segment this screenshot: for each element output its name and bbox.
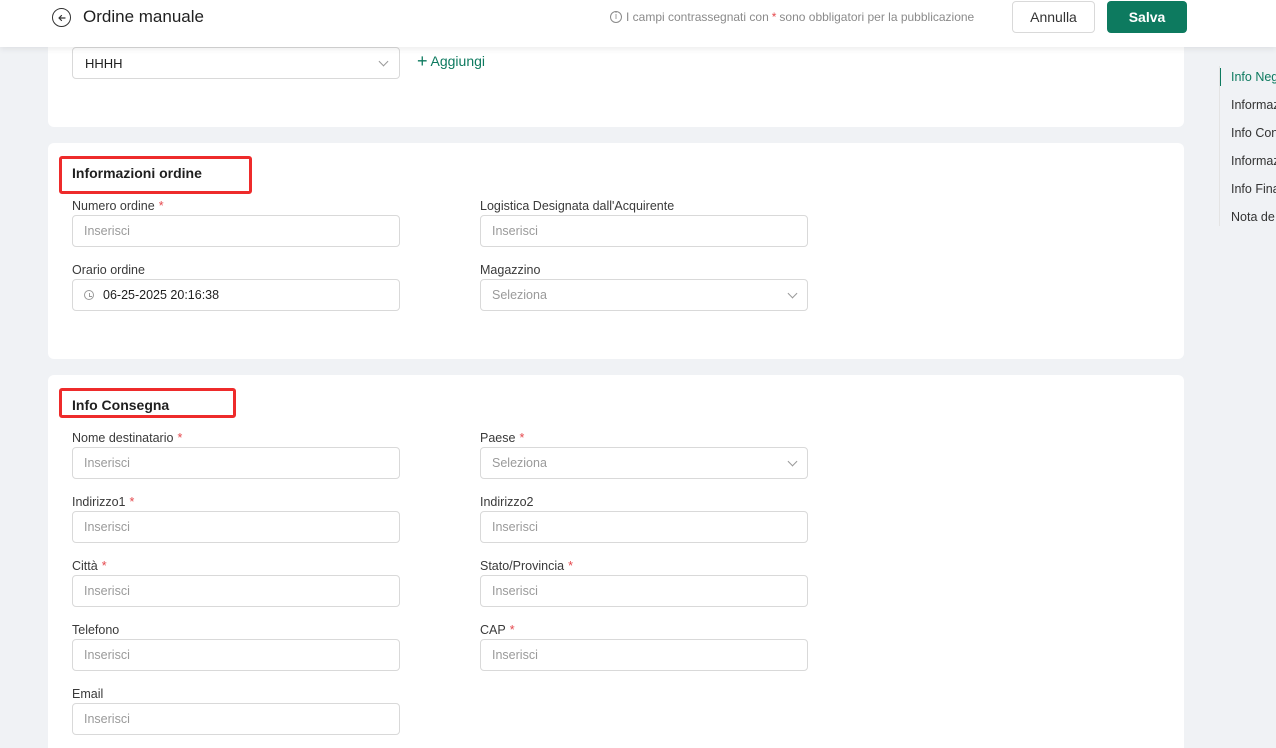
- email-label: Email: [72, 687, 104, 701]
- order-time-value: 06-25-2025 20:16:38: [103, 288, 220, 302]
- page-header: Ordine manuale i I campi contrassegnati …: [0, 0, 1276, 47]
- address2-label: Indirizzo2: [480, 495, 534, 509]
- anchor-item-product-info[interactable]: Informaz: [1231, 154, 1276, 168]
- state-label-text: Stato/Provincia: [480, 559, 565, 573]
- required-star: *: [177, 431, 183, 445]
- required-fields-hint: i I campi contrassegnati con * sono obbl…: [610, 10, 974, 24]
- delivery-info-title: Info Consegna: [72, 397, 170, 413]
- buyer-logistics-label: Logistica Designata dall'Acquirente: [480, 199, 675, 213]
- country-label: Paese *: [480, 431, 524, 445]
- buyer-logistics-placeholder: Inserisci: [492, 224, 538, 238]
- plus-icon: +: [417, 51, 428, 71]
- country-placeholder: Seleziona: [492, 456, 547, 470]
- address1-label-text: Indirizzo1: [72, 495, 126, 509]
- zip-label: CAP *: [480, 623, 515, 637]
- phone-placeholder: Inserisci: [84, 648, 130, 662]
- add-store-link[interactable]: + Aggiungi: [417, 51, 486, 71]
- state-label: Stato/Provincia *: [480, 559, 573, 573]
- chevron-down-icon: [787, 456, 798, 466]
- address1-input[interactable]: Inserisci: [72, 511, 400, 543]
- cancel-button[interactable]: Annulla: [1012, 1, 1095, 33]
- recipient-input[interactable]: Inserisci: [72, 447, 400, 479]
- country-label-text: Paese: [480, 431, 516, 445]
- warehouse-label: Magazzino: [480, 263, 541, 277]
- chevron-down-icon: [378, 56, 389, 66]
- address2-input[interactable]: Inserisci: [480, 511, 808, 543]
- phone-label: Telefono: [72, 623, 120, 637]
- arrow-left-icon: [57, 14, 66, 21]
- order-number-input[interactable]: Inserisci: [72, 215, 400, 247]
- required-star: *: [101, 559, 107, 573]
- info-icon: i: [610, 11, 622, 23]
- buyer-logistics-input[interactable]: Inserisci: [480, 215, 808, 247]
- city-label: Città *: [72, 559, 107, 573]
- zip-input[interactable]: Inserisci: [480, 639, 808, 671]
- add-store-label: Aggiungi: [430, 53, 486, 69]
- state-placeholder: Inserisci: [492, 584, 538, 598]
- store-select-value: HHHH: [85, 55, 123, 71]
- warehouse-select[interactable]: Seleziona: [480, 279, 808, 311]
- store-select[interactable]: HHHH: [72, 47, 400, 79]
- order-info-card: Informazioni ordine Numero ordine * Inser…: [48, 143, 1184, 359]
- required-star: *: [509, 623, 515, 637]
- recipient-label-text: Nome destinatario: [72, 431, 174, 445]
- required-star: *: [519, 431, 525, 445]
- save-button[interactable]: Salva: [1107, 1, 1187, 33]
- hint-star: *: [771, 10, 777, 24]
- back-button[interactable]: [52, 8, 71, 27]
- email-input[interactable]: Inserisci: [72, 703, 400, 735]
- delivery-info-card: Info Consegna Nome destinatario * Inseris…: [48, 375, 1184, 748]
- city-label-text: Città: [72, 559, 98, 573]
- phone-input[interactable]: Inserisci: [72, 639, 400, 671]
- recipient-placeholder: Inserisci: [84, 456, 130, 470]
- required-star: *: [158, 199, 164, 213]
- zip-placeholder: Inserisci: [492, 648, 538, 662]
- order-number-placeholder: Inserisci: [84, 224, 130, 238]
- required-star: *: [129, 495, 135, 509]
- hint-prefix: I campi contrassegnati con: [626, 10, 769, 24]
- anchor-item-order-info[interactable]: Informaz: [1231, 98, 1276, 112]
- clock-icon: [84, 290, 94, 300]
- anchor-item-delivery-info[interactable]: Info Con: [1231, 126, 1276, 140]
- email-placeholder: Inserisci: [84, 712, 130, 726]
- warehouse-placeholder: Seleziona: [492, 288, 547, 302]
- anchor-active-indicator: [1220, 68, 1221, 86]
- page-title: Ordine manuale: [83, 7, 204, 26]
- order-number-label-text: Numero ordine: [72, 199, 155, 213]
- country-select[interactable]: Seleziona: [480, 447, 808, 479]
- address1-label: Indirizzo1 *: [72, 495, 134, 509]
- zip-label-text: CAP: [480, 623, 506, 637]
- order-time-picker[interactable]: 06-25-2025 20:16:38: [72, 279, 400, 311]
- order-time-label: Orario ordine: [72, 263, 145, 277]
- address1-placeholder: Inserisci: [84, 520, 130, 534]
- city-placeholder: Inserisci: [84, 584, 130, 598]
- address2-placeholder: Inserisci: [492, 520, 538, 534]
- hint-suffix: sono obbligatori per la pubblicazione: [779, 10, 975, 24]
- anchor-item-financial-info[interactable]: Info Fina: [1231, 182, 1276, 196]
- order-number-label: Numero ordine *: [72, 199, 164, 213]
- anchor-nav: Info Neg Informaz Info Con Informaz Info…: [1219, 66, 1276, 226]
- anchor-item-store-info[interactable]: Info Neg: [1231, 70, 1276, 84]
- anchor-item-notes[interactable]: Nota de: [1231, 210, 1275, 224]
- chevron-down-icon: [787, 288, 798, 298]
- order-info-title: Informazioni ordine: [72, 165, 202, 181]
- city-input[interactable]: Inserisci: [72, 575, 400, 607]
- state-input[interactable]: Inserisci: [480, 575, 808, 607]
- required-star: *: [568, 559, 573, 573]
- recipient-label: Nome destinatario *: [72, 431, 182, 445]
